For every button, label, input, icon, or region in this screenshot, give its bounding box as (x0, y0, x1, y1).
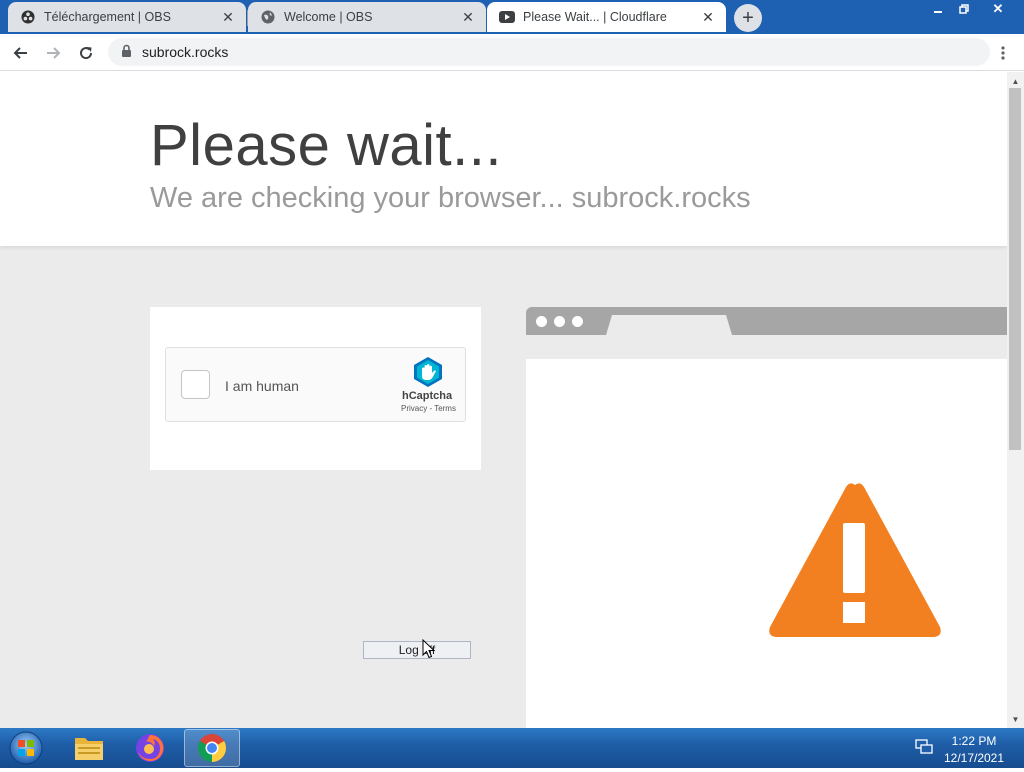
forward-icon[interactable] (39, 39, 67, 67)
page-title: Please wait... (150, 113, 502, 178)
page-scrollbar[interactable]: ▲ ▼ (1007, 72, 1024, 728)
close-icon[interactable]: ✕ (220, 9, 236, 25)
chrome-icon[interactable] (184, 729, 240, 767)
tab-strip: Téléchargement | OBS ✕ Welcome | OBS ✕ P… (0, 0, 1024, 34)
captcha-card: I am human hCaptcha Privacy - Terms (150, 307, 481, 470)
checkbox-label: I am human (225, 378, 299, 394)
illustration-body (526, 359, 1007, 728)
tab-please-wait-cloudflare[interactable]: Please Wait... | Cloudflare ✕ (487, 2, 726, 32)
youtube-icon (499, 9, 515, 25)
page-viewport: Please wait... We are checking your brow… (0, 72, 1007, 728)
illustration-tab (606, 315, 732, 335)
tab-title: Téléchargement | OBS (44, 10, 171, 24)
restore-icon[interactable] (950, 0, 978, 18)
hcaptcha-widget: I am human hCaptcha Privacy - Terms (165, 347, 466, 422)
illustration-titlebar (526, 307, 1007, 335)
firefox-icon[interactable] (122, 729, 178, 767)
globe-icon (260, 9, 276, 25)
browser-illustration (526, 307, 1007, 728)
header-band: Please wait... We are checking your brow… (0, 72, 1007, 246)
scroll-up-icon[interactable]: ▲ (1007, 74, 1024, 88)
file-explorer-icon[interactable] (61, 729, 117, 767)
close-icon[interactable]: ✕ (700, 9, 716, 25)
start-button[interactable] (6, 729, 46, 767)
back-icon[interactable] (7, 39, 35, 67)
tab-telechargement-obs[interactable]: Téléchargement | OBS ✕ (8, 2, 246, 32)
illustration-dot (536, 316, 547, 327)
menu-icon[interactable] (989, 39, 1017, 67)
tab-title: Welcome | OBS (284, 10, 373, 24)
new-tab-button[interactable]: + (734, 4, 762, 32)
hcaptcha-brand: hCaptcha (402, 390, 453, 402)
human-checkbox[interactable] (181, 370, 210, 399)
log-off-button[interactable]: Log off (363, 641, 471, 659)
lock-icon[interactable] (121, 44, 132, 63)
tab-welcome-obs[interactable]: Welcome | OBS ✕ (248, 2, 486, 32)
close-window-icon[interactable]: ✕ (983, 0, 1013, 18)
clock-time[interactable]: 1:22 PM (944, 734, 1004, 748)
network-icon[interactable] (915, 739, 933, 760)
page-subtitle: We are checking your browser... subrock.… (150, 182, 751, 214)
privacy-terms-links[interactable]: Privacy - Terms (401, 404, 456, 413)
mouse-cursor-icon (422, 638, 436, 664)
close-icon[interactable]: ✕ (460, 9, 476, 25)
minimize-icon[interactable] (924, 0, 952, 18)
tab-title: Please Wait... | Cloudflare (523, 10, 667, 24)
illustration-dot (572, 316, 583, 327)
url-text[interactable]: subrock.rocks (142, 44, 228, 60)
illustration-dot (554, 316, 565, 327)
clock-date[interactable]: 12/17/2021 (940, 751, 1008, 765)
obs-icon (20, 9, 36, 25)
scroll-thumb[interactable] (1009, 88, 1021, 450)
warning-icon (769, 483, 941, 637)
address-bar[interactable] (108, 38, 990, 66)
windows-taskbar: 1:22 PM 12/17/2021 (0, 728, 1024, 768)
reload-icon[interactable] (72, 39, 100, 67)
illustration-toolbar (526, 335, 1007, 359)
hcaptcha-logo-icon (412, 356, 444, 393)
scroll-down-icon[interactable]: ▼ (1007, 712, 1024, 726)
